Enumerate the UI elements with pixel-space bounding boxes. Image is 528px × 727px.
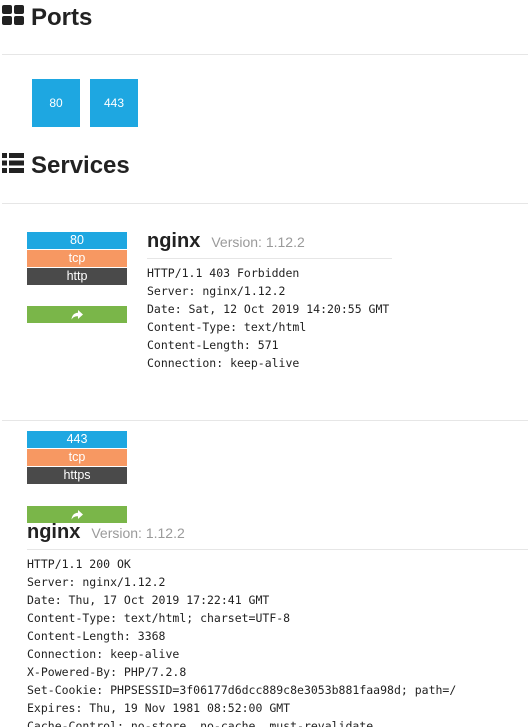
banner-line: Content-Type: text/html <box>147 320 307 334</box>
banner-line: Cache-Control: no-store, no-cache, must-… <box>27 719 374 727</box>
ports-divider <box>2 54 528 55</box>
banner-line: Date: Thu, 17 Oct 2019 17:22:41 GMT <box>27 593 270 607</box>
services-heading: Services <box>2 152 130 180</box>
product-version: Version: 1.12.2 <box>91 525 185 541</box>
banner-line: Set-Cookie: PHPSESSID=3f06177d6dcc889c8e… <box>27 683 457 697</box>
service-labels-443: 443 tcp https <box>27 431 127 485</box>
product-name: nginx <box>27 521 81 543</box>
service-name-label: https <box>27 467 127 484</box>
service-protocol-label: tcp <box>27 449 127 466</box>
banner-line: Server: nginx/1.12.2 <box>27 575 166 589</box>
port-tile-443[interactable]: 443 <box>90 79 138 127</box>
product-name: nginx <box>147 230 201 252</box>
service-banner-443: HTTP/1.1 200 OK Server: nginx/1.12.2 Date:… <box>27 555 456 727</box>
service-labels-80: 80 tcp http <box>27 232 127 286</box>
product-header-443: nginx Version: 1.12.2 <box>27 521 185 544</box>
service-separator <box>2 420 528 421</box>
banner-line: HTTP/1.1 200 OK <box>27 557 131 571</box>
services-divider <box>2 203 528 204</box>
banner-line: X-Powered-By: PHP/7.2.8 <box>27 665 187 679</box>
share-button-80[interactable] <box>27 306 127 323</box>
banner-line: Content-Length: 3368 <box>27 629 166 643</box>
share-arrow-icon <box>71 509 83 519</box>
port-tile-80[interactable]: 80 <box>32 79 80 127</box>
banner-line: Content-Type: text/html; charset=UTF-8 <box>27 611 291 625</box>
banner-line: Content-Length: 571 <box>147 338 279 352</box>
banner-line: Connection: keep-alive <box>147 356 300 370</box>
service-banner-80: HTTP/1.1 403 Forbidden Server: nginx/1.12… <box>147 264 389 372</box>
banner-line: Date: Sat, 12 Oct 2019 14:20:55 GMT <box>147 302 390 316</box>
service-port-label[interactable]: 443 <box>27 431 127 448</box>
service-port-label[interactable]: 80 <box>27 232 127 249</box>
banner-line: Connection: keep-alive <box>27 647 180 661</box>
product-header-80: nginx Version: 1.12.2 <box>147 230 305 253</box>
ports-title: Ports <box>31 4 93 31</box>
share-arrow-icon <box>71 309 83 319</box>
ports-heading: Ports <box>2 4 92 32</box>
product-divider-443 <box>27 549 528 550</box>
product-version: Version: 1.12.2 <box>211 234 305 250</box>
th-large-icon <box>2 4 24 32</box>
product-divider-80 <box>147 258 392 259</box>
services-title: Services <box>31 152 130 179</box>
banner-line: Expires: Thu, 19 Nov 1981 08:52:00 GMT <box>27 701 291 715</box>
banner-line: HTTP/1.1 403 Forbidden <box>147 266 300 280</box>
list-icon <box>2 152 24 180</box>
service-protocol-label: tcp <box>27 250 127 267</box>
host-details-page: Ports 80 443 Services 80 tcp http nginx <box>0 0 528 727</box>
service-name-label: http <box>27 268 127 285</box>
banner-line: Server: nginx/1.12.2 <box>147 284 286 298</box>
